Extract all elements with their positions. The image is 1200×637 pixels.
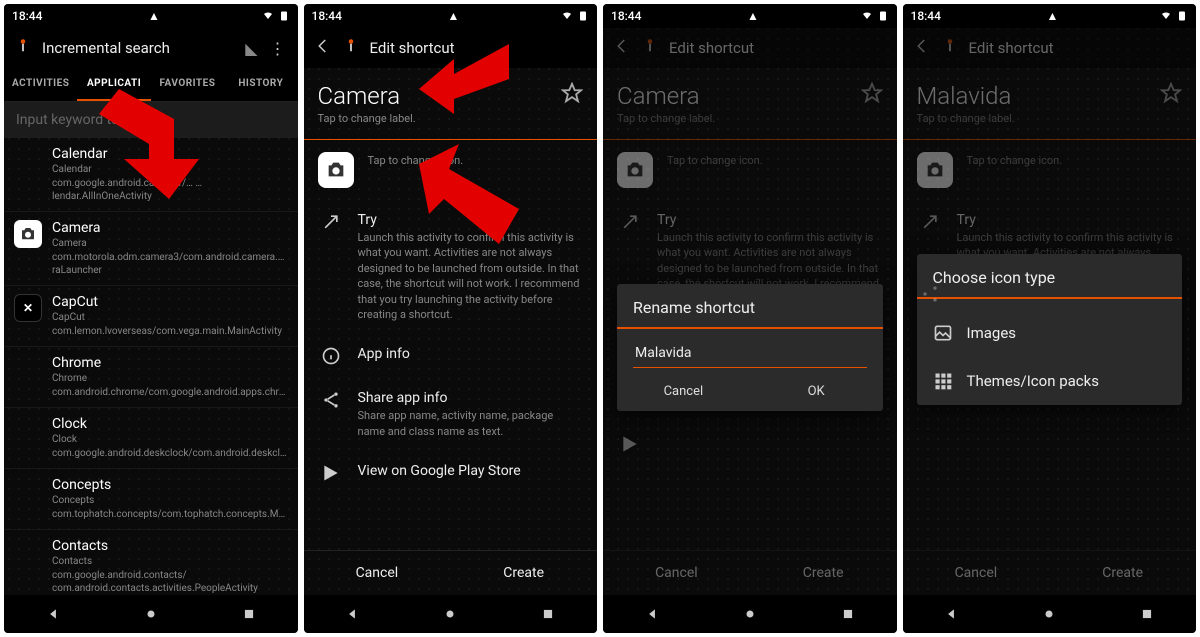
item-sub: Clock — [52, 433, 288, 446]
item-sub: CapCut — [52, 311, 288, 324]
dialog-title: Rename shortcut — [617, 284, 883, 327]
tap-icon-hint: Tap to change icon. — [368, 154, 584, 167]
tab-bar: ACTIVITIES APPLICATI FAVORITES HISTORY — [4, 68, 298, 102]
status-bar: 18:44 ▲ — [4, 4, 298, 28]
item-sub: Contacts — [52, 555, 288, 568]
item-activity: com.tophatch.concepts/com.tophatch.conce… — [52, 508, 288, 521]
touch-icon — [14, 37, 32, 59]
try-label: Try — [358, 212, 584, 228]
images-icon — [933, 323, 953, 343]
shield-icon: ▲ — [148, 9, 160, 23]
status-time: 18:44 — [312, 9, 342, 23]
shortcut-title[interactable]: Camera — [318, 82, 562, 110]
phone-3: 18:44▲ Edit shortcut CameraTap to change… — [603, 4, 897, 633]
option-images-label: Images — [967, 324, 1017, 342]
list-item[interactable]: ✕CapCutCapCutcom.lemon.lvoverseas/com.ve… — [4, 286, 298, 347]
dialog-cancel-button[interactable]: Cancel — [617, 372, 750, 411]
option-images[interactable]: Images — [917, 309, 1183, 357]
share-icon — [318, 390, 344, 410]
item-activity: com.google.android.calendar/… …lendar.Al… — [52, 177, 288, 203]
app-title: Edit shortcut — [370, 39, 588, 57]
item-activity: com.android.chrome/com.google.android.ap… — [52, 386, 288, 399]
item-activity: com.lemon.lvoverseas/com.vega.main.MainA… — [52, 325, 288, 338]
item-title: Concepts — [52, 477, 288, 493]
try-icon — [318, 212, 344, 232]
item-sub: Concepts — [52, 494, 288, 507]
app-info-row[interactable]: App info — [304, 334, 598, 378]
nav-back-icon[interactable] — [46, 607, 60, 621]
list-item[interactable]: CameraCameracom.motorola.odm.camera3/com… — [4, 212, 298, 286]
share-row[interactable]: Share app info Share app name, activity … — [304, 378, 598, 451]
share-desc: Share app name, activity name, package n… — [358, 408, 584, 439]
battery-icon — [278, 10, 290, 22]
dropdown-icon[interactable]: ◣ — [245, 39, 257, 58]
touch-icon — [342, 37, 360, 59]
tab-history[interactable]: HISTORY — [224, 68, 297, 101]
item-title: Clock — [52, 416, 288, 432]
tap-label-hint: Tap to change label. — [318, 112, 562, 125]
item-sub: Chrome — [52, 372, 288, 385]
option-icon-packs[interactable]: Themes/Icon packs — [917, 357, 1183, 405]
rename-input[interactable]: Malavida — [633, 339, 867, 368]
app-info-label: App info — [358, 346, 584, 362]
overflow-menu[interactable]: ⋮ — [268, 39, 288, 58]
item-title: Chrome — [52, 355, 288, 371]
list-item[interactable]: ChromeChromecom.android.chrome/com.googl… — [4, 347, 298, 408]
cancel-button[interactable]: Cancel — [304, 551, 451, 595]
item-title: CapCut — [52, 294, 288, 310]
phone-2: 18:44▲ Edit shortcut Camera Tap to chang… — [304, 4, 598, 633]
shortcut-header[interactable]: Camera Tap to change label. — [304, 68, 598, 135]
item-title: Calendar — [52, 146, 288, 162]
dialog-ok-button[interactable]: OK — [750, 372, 883, 411]
create-button[interactable]: Create — [450, 551, 597, 595]
status-time: 18:44 — [12, 9, 42, 23]
app-title: Incremental search — [42, 39, 235, 57]
rename-dialog: Rename shortcut Malavida Cancel OK — [617, 284, 883, 411]
nav-bar — [4, 595, 298, 633]
back-button[interactable] — [314, 37, 332, 59]
list-item[interactable]: ConceptsConceptscom.tophatch.concepts/co… — [4, 469, 298, 530]
status-bar: 18:44▲ — [304, 4, 598, 28]
item-activity: com.google.android.contacts/ com.android… — [52, 569, 288, 595]
try-row[interactable]: Try Launch this activity to confirm this… — [304, 200, 598, 334]
tab-applications[interactable]: APPLICATI — [77, 68, 150, 101]
info-icon — [318, 346, 344, 366]
nav-recent-icon[interactable] — [242, 607, 256, 621]
play-label: View on Google Play Store — [358, 463, 584, 479]
app-list: CalendarCalendarcom.google.android.calen… — [4, 138, 298, 595]
list-item[interactable]: ContactsContactscom.google.android.conta… — [4, 530, 298, 595]
nav-home-icon[interactable] — [144, 607, 158, 621]
item-sub: Camera — [52, 237, 288, 250]
button-bar: Cancel Create — [304, 550, 598, 595]
search-input[interactable]: Input keyword to filter — [4, 102, 298, 138]
camera-icon[interactable] — [318, 152, 354, 188]
app-bar: Edit shortcut — [304, 28, 598, 68]
try-desc: Launch this activity to confirm this act… — [358, 230, 584, 322]
item-activity: com.google.android.deskclock/com.android… — [52, 447, 288, 460]
app-bar: Incremental search ◣ ⋮ — [4, 28, 298, 68]
dialog-title: Choose icon type — [917, 254, 1183, 297]
grid-icon — [933, 371, 953, 391]
phone-1: 18:44 ▲ Incremental search ◣ ⋮ ACTIVITIE… — [4, 4, 298, 633]
tab-favorites[interactable]: FAVORITES — [151, 68, 224, 101]
option-packs-label: Themes/Icon packs — [967, 372, 1099, 390]
item-title: Camera — [52, 220, 288, 236]
tab-activities[interactable]: ACTIVITIES — [4, 68, 77, 101]
change-icon-row[interactable]: Tap to change icon. — [304, 140, 598, 200]
share-label: Share app info — [358, 390, 584, 406]
item-sub: Calendar — [52, 163, 288, 176]
item-title: Contacts — [52, 538, 288, 554]
list-item[interactable]: ClockClockcom.google.android.deskclock/c… — [4, 408, 298, 469]
play-store-row[interactable]: View on Google Play Store — [304, 451, 598, 495]
play-icon — [318, 463, 344, 483]
item-activity: com.motorola.odm.camera3/com.android.cam… — [52, 251, 288, 277]
star-icon[interactable] — [561, 82, 583, 104]
icon-type-dialog: Choose icon type Images Themes/Icon pack… — [917, 254, 1183, 405]
wifi-icon — [262, 10, 274, 22]
phone-4: 18:44▲ Edit shortcut MalavidaTap to chan… — [903, 4, 1197, 633]
list-item[interactable]: CalendarCalendarcom.google.android.calen… — [4, 138, 298, 212]
